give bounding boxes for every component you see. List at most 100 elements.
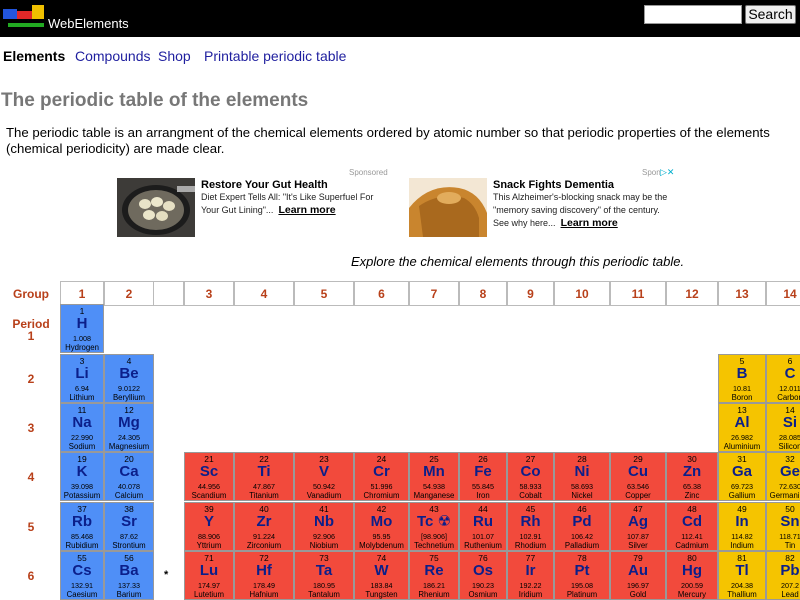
group-header-7[interactable]: 7 [409, 281, 459, 306]
element-mass: 207.2 [781, 581, 799, 590]
element-cell-silver[interactable]: 47 Ag 107.87 Silver [610, 502, 666, 551]
element-cell-potassium[interactable]: 19 K 39.098 Potassium [60, 452, 104, 501]
element-cell-gallium[interactable]: 31 Ga 69.723 Gallium [718, 452, 766, 501]
group-header-10[interactable]: 10 [554, 281, 610, 306]
element-cell-sodium[interactable]: 11 Na 22.990 Sodium [60, 403, 104, 452]
element-mass: 106.42 [571, 532, 593, 541]
element-cell-barium[interactable]: 56 Ba 137.33 Barium [104, 551, 154, 600]
element-cell-nickel[interactable]: 28 Ni 58.693 Nickel [554, 452, 610, 501]
site-logo-icon[interactable] [3, 5, 45, 29]
element-cell-carbon[interactable]: 6C12.011Carbon [766, 354, 800, 403]
nav-item-printable-periodic-table[interactable]: Printable periodic table [204, 48, 346, 64]
group-header-3[interactable]: 3 [184, 281, 234, 306]
search-input[interactable] [644, 5, 742, 24]
group-header-13[interactable]: 13 [718, 281, 766, 306]
element-name: Aluminium [723, 442, 761, 451]
element-cell-niobium[interactable]: 41 Nb 92.906 Niobium [294, 502, 354, 551]
group-header-8[interactable]: 8 [459, 281, 507, 306]
element-cell-silicon[interactable]: 14 Si 28.085 Silicon [766, 403, 800, 452]
element-cell-calcium[interactable]: 20 Ca 40.078 Calcium [104, 452, 154, 501]
ad-image-snack[interactable] [409, 178, 487, 237]
element-cell-lead[interactable]: 82 Pb 207.2 Lead [766, 551, 800, 600]
element-cell-gold[interactable]: 79 Au 196.97 Gold [610, 551, 666, 600]
element-cell-indium[interactable]: 49 In 114.82 Indium [718, 502, 766, 551]
element-cell-scandium[interactable]: 21 Sc 44.956 Scandium [184, 452, 234, 501]
element-cell-tantalum[interactable]: 73 Ta 180.95 Tantalum [294, 551, 354, 600]
element-cell-technetium[interactable]: 43 Tc ☢ [98.906] Technetium [409, 502, 459, 551]
element-cell-boron[interactable]: 5 B 10.81 Boron [718, 354, 766, 403]
element-symbol: Mg [118, 414, 140, 431]
group-header-5[interactable]: 5 [294, 281, 354, 306]
period-number-3[interactable]: 3 [10, 421, 52, 435]
ad-title-snack[interactable]: Snack Fights Dementia [493, 179, 614, 191]
element-name: Chromium [363, 491, 400, 500]
element-name: Vanadium [306, 491, 342, 500]
element-cell-rubidium[interactable]: 37 Rb 85.468 Rubidium [60, 502, 104, 551]
site-name[interactable]: WebElements [48, 16, 129, 31]
element-cell-aluminium[interactable]: 13 Al 26.982 Aluminium [718, 403, 766, 452]
element-cell-titanium[interactable]: 22 Ti 47.867 Titanium [234, 452, 294, 501]
ad-title-gut-health[interactable]: Restore Your Gut Health [201, 179, 328, 191]
group-header-12[interactable]: 12 [666, 281, 718, 306]
period-number-1[interactable]: 1 [10, 329, 52, 343]
element-cell-copper[interactable]: 29 Cu 63.546 Copper [610, 452, 666, 501]
element-cell-beryllium[interactable]: 4 Be 9.0122 Beryllium [104, 354, 154, 403]
element-mass: 196.97 [627, 581, 649, 590]
element-cell-yttrium[interactable]: 39 Y 88.906 Yttrium [184, 502, 234, 551]
group-header-1[interactable]: 1 [60, 281, 104, 306]
element-cell-platinum[interactable]: 78 Pt 195.08 Platinum [554, 551, 610, 600]
search-button[interactable]: Search [745, 5, 796, 24]
group-header-14[interactable]: 14 [766, 281, 800, 306]
learn-more-link[interactable]: Learn more [278, 204, 335, 216]
element-cell-hydrogen[interactable]: 1 H 1.008 Hydrogen [60, 304, 104, 353]
element-symbol: Pb [780, 562, 800, 579]
element-cell-tin[interactable]: 50 Sn 118.71 Tin [766, 502, 800, 551]
group-header-2[interactable]: 2 [104, 281, 154, 306]
element-cell-caesium[interactable]: 55 Cs 132.91 Caesium [60, 551, 104, 600]
element-cell-iron[interactable]: 26 Fe 55.845 Iron [459, 452, 507, 501]
element-cell-zinc[interactable]: 30 Zn 65.38 Zinc [666, 452, 718, 501]
element-cell-cadmium[interactable]: 48 Cd 112.41 Cadmium [666, 502, 718, 551]
element-cell-tungsten[interactable]: 74 W 183.84 Tungsten [354, 551, 409, 600]
period-number-4[interactable]: 4 [10, 470, 52, 484]
element-cell-strontium[interactable]: 38 Sr 87.62 Strontium [104, 502, 154, 551]
element-cell-zirconium[interactable]: 40 Zr 91.224 Zirconium [234, 502, 294, 551]
element-symbol: B [736, 365, 748, 382]
nav-item-elements[interactable]: Elements [3, 48, 65, 64]
group-header-6[interactable]: 6 [354, 281, 409, 306]
element-symbol: Na [72, 414, 92, 431]
period-number-5[interactable]: 5 [10, 520, 52, 534]
nav-item-shop[interactable]: Shop [158, 48, 191, 64]
element-cell-chromium[interactable]: 24 Cr 51.996 Chromium [354, 452, 409, 501]
adchoices-icon[interactable]: ▷✕ [660, 167, 674, 178]
group-header-4[interactable]: 4 [234, 281, 294, 306]
period-number-6[interactable]: 6 [10, 569, 52, 583]
element-cell-thallium[interactable]: 81 Tl 204.38 Thallium [718, 551, 766, 600]
element-mass: 44.956 [198, 482, 220, 491]
element-cell-magnesium[interactable]: 12 Mg 24.305 Magnesium [104, 403, 154, 452]
element-cell-germanium[interactable]: 32Ge72.630Germanium [766, 452, 800, 501]
element-cell-cobalt[interactable]: 27 Co 58.933 Cobalt [507, 452, 554, 501]
element-cell-rhodium[interactable]: 45 Rh 102.91 Rhodium [507, 502, 554, 551]
element-cell-osmium[interactable]: 76 Os 190.23 Osmium [459, 551, 507, 600]
group-header-9[interactable]: 9 [507, 281, 554, 306]
element-cell-lutetium[interactable]: 71 Lu 174.97 Lutetium [184, 551, 234, 600]
element-cell-hafnium[interactable]: 72 Hf 178.49 Hafnium [234, 551, 294, 600]
element-mass: 204.38 [731, 581, 753, 590]
element-name: Cobalt [519, 491, 542, 500]
element-cell-mercury[interactable]: 80 Hg 200.59 Mercury [666, 551, 718, 600]
learn-more-link-2[interactable]: Learn more [561, 217, 618, 229]
nav-item-compounds[interactable]: Compounds [75, 48, 151, 64]
element-cell-palladium[interactable]: 46 Pd 106.42 Palladium [554, 502, 610, 551]
element-cell-ruthenium[interactable]: 44 Ru 101.07 Ruthenium [459, 502, 507, 551]
period-number-2[interactable]: 2 [10, 372, 52, 386]
element-cell-vanadium[interactable]: 23 V 50.942 Vanadium [294, 452, 354, 501]
element-cell-iridium[interactable]: 77 Ir 192.22 Iridium [507, 551, 554, 600]
explore-caption: Explore the chemical elements through th… [351, 254, 685, 269]
element-cell-molybdenum[interactable]: 42 Mo 95.95 Molybdenum [354, 502, 409, 551]
group-header-11[interactable]: 11 [610, 281, 666, 306]
element-cell-lithium[interactable]: 3 Li 6.94 Lithium [60, 354, 104, 403]
element-cell-manganese[interactable]: 25 Mn 54.938 Manganese [409, 452, 459, 501]
ad-image-gut-health[interactable] [117, 178, 195, 237]
element-cell-rhenium[interactable]: 75 Re 186.21 Rhenium [409, 551, 459, 600]
